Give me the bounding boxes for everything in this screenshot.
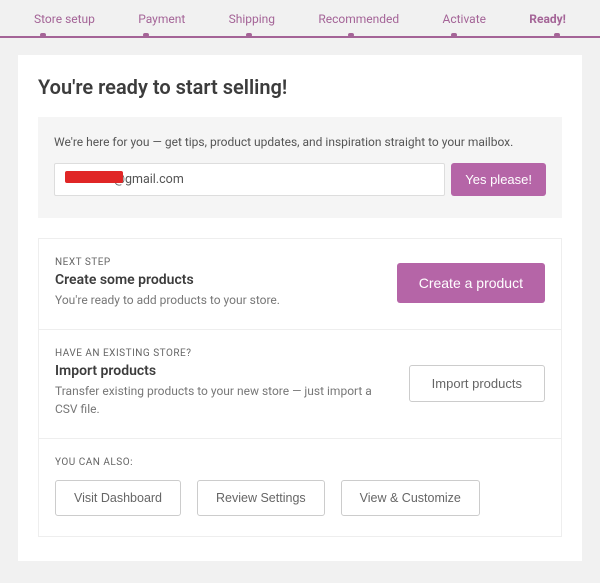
email-input[interactable]: s@gmail.com: [54, 163, 445, 196]
create-eyebrow: NEXT STEP: [55, 257, 280, 268]
also-eyebrow: YOU CAN ALSO:: [55, 457, 545, 468]
visit-dashboard-button[interactable]: Visit Dashboard: [55, 480, 181, 516]
nav-shipping[interactable]: Shipping: [225, 10, 279, 28]
create-product-button[interactable]: Create a product: [397, 263, 545, 303]
import-products-section: HAVE AN EXISTING STORE? Import products …: [39, 330, 561, 439]
nav-activate[interactable]: Activate: [438, 10, 490, 28]
nav-ready[interactable]: Ready!: [525, 10, 570, 28]
next-steps: NEXT STEP Create some products You're re…: [38, 238, 562, 537]
nav-store-setup[interactable]: Store setup: [30, 10, 99, 28]
ready-card: You're ready to start selling! We're her…: [18, 55, 582, 561]
create-title: Create some products: [55, 272, 280, 288]
subscribe-button[interactable]: Yes please!: [451, 163, 546, 196]
import-desc: Transfer existing products to your new s…: [55, 382, 375, 418]
import-eyebrow: HAVE AN EXISTING STORE?: [55, 348, 375, 359]
review-settings-button[interactable]: Review Settings: [197, 480, 325, 516]
nav-payment[interactable]: Payment: [134, 10, 189, 28]
view-customize-button[interactable]: View & Customize: [341, 480, 480, 516]
nav-recommended[interactable]: Recommended: [314, 10, 403, 28]
subscribe-blurb: We're here for you — get tips, product u…: [54, 135, 546, 149]
subscribe-panel: We're here for you — get tips, product u…: [38, 117, 562, 218]
also-section: YOU CAN ALSO: Visit Dashboard Review Set…: [39, 439, 561, 536]
create-desc: You're ready to add products to your sto…: [55, 291, 280, 309]
nav-dots: [0, 33, 600, 37]
import-title: Import products: [55, 363, 375, 379]
page-title: You're ready to start selling!: [38, 75, 562, 99]
redaction-mark: [65, 171, 123, 183]
import-products-button[interactable]: Import products: [409, 365, 545, 402]
create-products-section: NEXT STEP Create some products You're re…: [39, 239, 561, 330]
